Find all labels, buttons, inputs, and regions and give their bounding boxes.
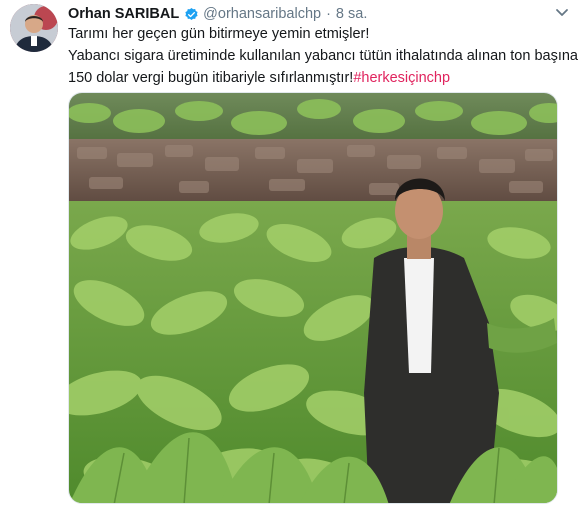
tweet-text-line-3-body: 150 dolar vergi bugün itibariyle sıfırla… <box>68 70 354 86</box>
author-name[interactable]: Orhan SARIBAL <box>68 6 179 22</box>
separator-dot: · <box>326 6 331 22</box>
verified-badge-icon <box>184 7 199 22</box>
tweet-header: Orhan SARIBAL @orhansaribalchp · 8 sa. <box>68 4 367 24</box>
tweet[interactable]: Orhan SARIBAL @orhansaribalchp · 8 sa. T… <box>0 0 580 515</box>
hashtag-link[interactable]: #herkesiçinchp <box>353 70 450 86</box>
tweet-text-line-2: Yabancı sigara üretiminde kullanılan yab… <box>68 48 578 64</box>
tweet-timestamp[interactable]: 8 sa. <box>336 6 367 22</box>
chevron-down-icon[interactable] <box>554 4 570 20</box>
tweet-text: Tarımı her geçen gün bitirmeye yemin etm… <box>68 23 578 89</box>
avatar[interactable] <box>10 4 58 52</box>
tweet-photo[interactable] <box>68 92 558 504</box>
tweet-text-line-3: 150 dolar vergi bugün itibariyle sıfırla… <box>68 67 568 89</box>
author-handle[interactable]: @orhansaribalchp <box>203 6 321 22</box>
tweet-text-line-1: Tarımı her geçen gün bitirmeye yemin etm… <box>68 26 370 42</box>
